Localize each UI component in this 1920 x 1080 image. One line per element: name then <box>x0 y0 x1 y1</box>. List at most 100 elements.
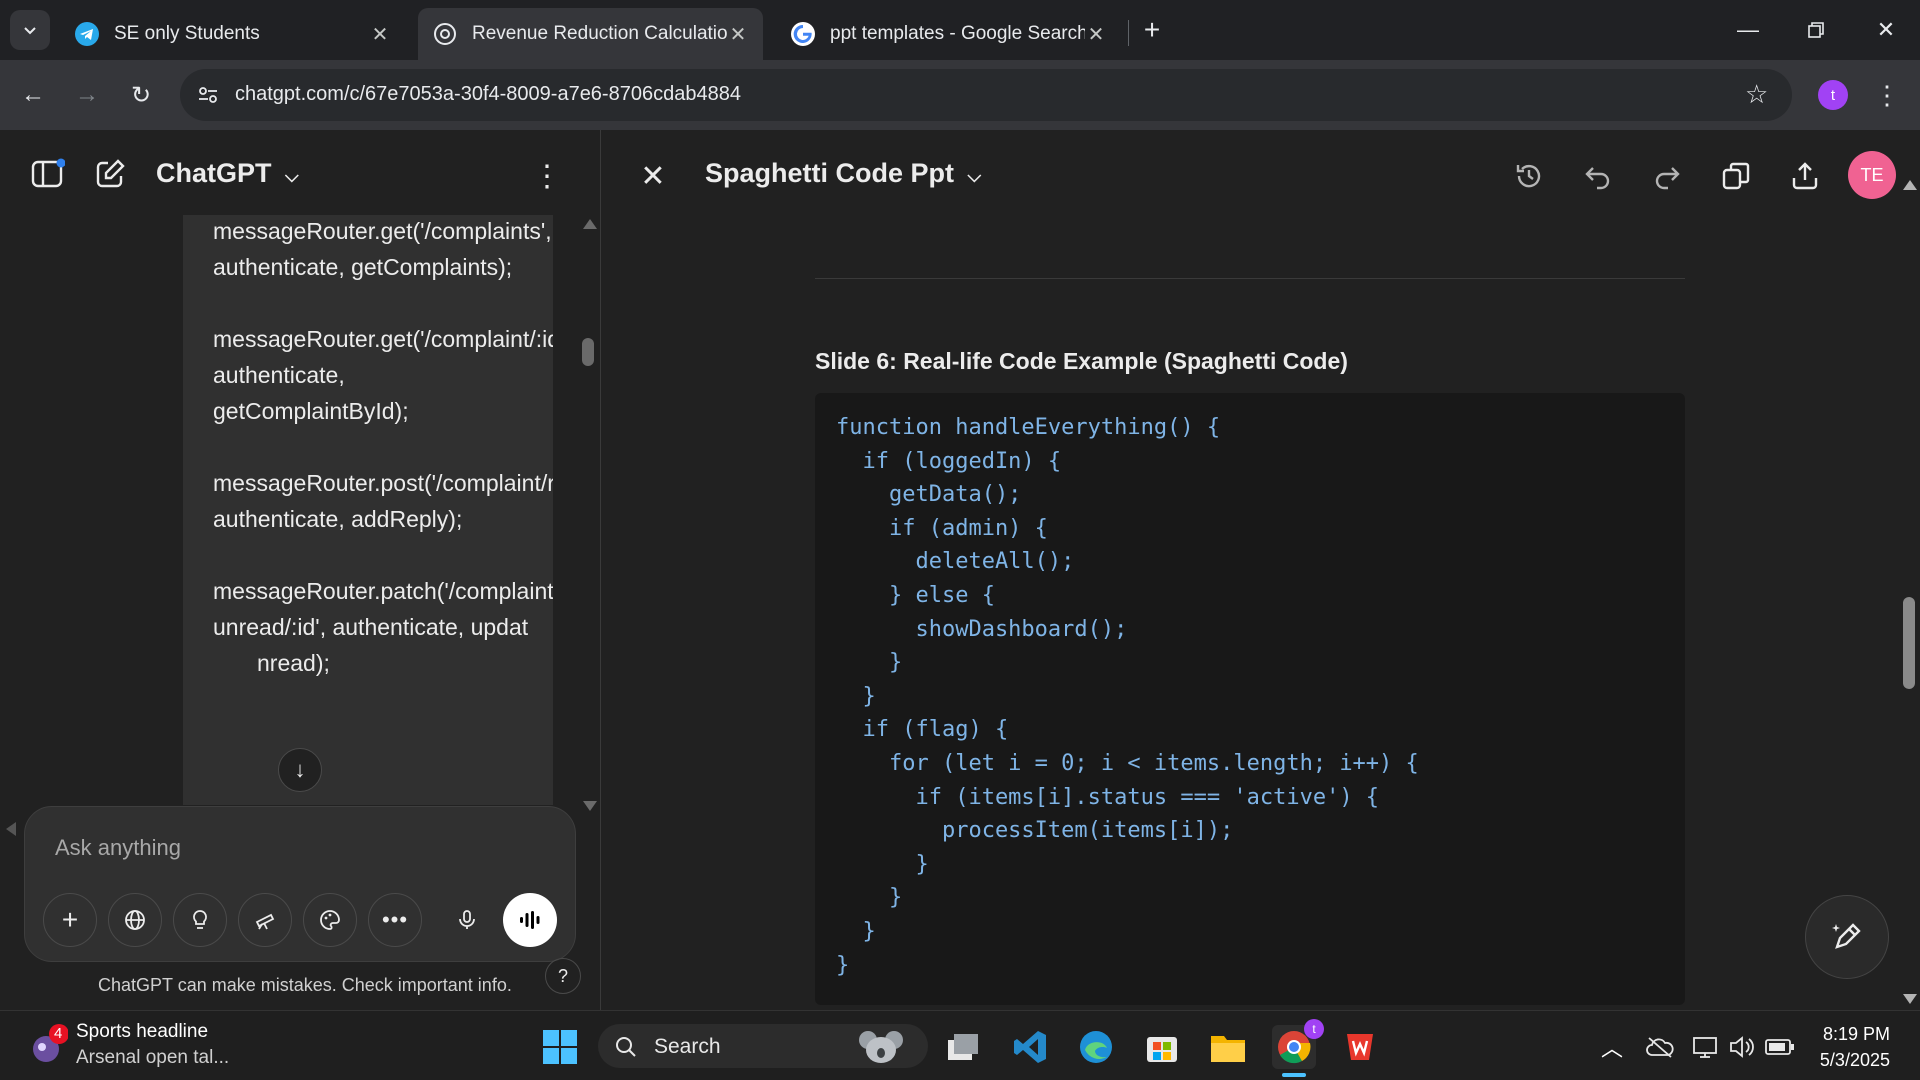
message-line: messageRouter.get('/complaint/:id', auth… <box>213 326 553 424</box>
scroll-down-arrow-icon[interactable] <box>1903 994 1917 1004</box>
chat-panel: ChatGPT ⌵ ⋮ messageRouter.get('/complain… <box>0 130 600 1010</box>
scrollbar-thumb[interactable] <box>1903 597 1915 689</box>
edge-app[interactable] <box>1074 1025 1118 1069</box>
sidebar-toggle-button[interactable] <box>28 154 68 194</box>
chat-scrollbar[interactable] <box>578 215 600 815</box>
file-explorer-app[interactable] <box>1206 1025 1250 1069</box>
close-icon[interactable]: ✕ <box>1085 22 1107 47</box>
back-button[interactable]: ← <box>14 76 52 114</box>
tab-search-button[interactable] <box>10 10 50 50</box>
help-button[interactable]: ? <box>545 958 581 994</box>
scroll-down-arrow-icon[interactable] <box>583 801 597 811</box>
scroll-up-arrow-icon[interactable] <box>583 219 597 229</box>
bookmark-star-icon[interactable]: ☆ <box>1745 79 1768 110</box>
scrollbar-thumb[interactable] <box>582 338 594 366</box>
tab-se-only-students[interactable]: SE only Students ✕ <box>60 8 405 60</box>
restore-icon <box>1808 22 1824 38</box>
show-hidden-icons-button[interactable]: ︿ <box>1590 1025 1634 1069</box>
task-view-button[interactable] <box>942 1025 986 1069</box>
close-window-button[interactable]: ✕ <box>1858 10 1914 50</box>
canvas-panel: ✕ Spaghetti Code Ppt ⌵ TE Slide 6: Real-… <box>600 130 1920 1010</box>
model-selector[interactable]: ChatGPT ⌵ <box>156 158 299 189</box>
chevron-down-icon <box>24 27 36 35</box>
close-canvas-button[interactable]: ✕ <box>631 154 675 198</box>
new-chat-button[interactable] <box>90 154 130 194</box>
close-icon: ✕ <box>640 159 666 193</box>
reason-button[interactable] <box>173 893 227 947</box>
message-line-part: messageRouter.patch('/complaint/is-unrea… <box>213 578 553 640</box>
minimize-button[interactable]: — <box>1720 10 1776 50</box>
copy-button[interactable] <box>1714 154 1758 198</box>
start-button[interactable] <box>538 1025 582 1069</box>
battery-status[interactable] <box>1758 1025 1802 1069</box>
more-tools-button[interactable]: ••• <box>368 893 422 947</box>
restore-button[interactable] <box>1788 10 1844 50</box>
user-avatar[interactable]: TE <box>1848 151 1896 199</box>
code-content: function handleEverything() { if (logged… <box>836 415 1419 978</box>
voice-mode-button[interactable] <box>503 893 557 947</box>
cloud-offline-icon <box>1646 1037 1674 1058</box>
tab-title: ppt templates - Google Search <box>830 23 1085 44</box>
panel-resize-arrow-icon[interactable] <box>6 822 16 836</box>
onedrive-status[interactable] <box>1638 1025 1682 1069</box>
close-icon[interactable]: ✕ <box>369 22 391 47</box>
canvas-title-selector[interactable]: Spaghetti Code Ppt ⌵ <box>705 158 981 189</box>
chevron-down-icon: ⌵ <box>967 166 982 186</box>
version-history-button[interactable] <box>1507 154 1551 198</box>
store-icon <box>1147 1037 1177 1062</box>
chatgpt-icon <box>434 23 456 45</box>
dictate-button[interactable] <box>440 893 494 947</box>
chrome-app[interactable]: t <box>1272 1019 1324 1077</box>
chevron-up-icon: ︿ <box>1600 1036 1623 1061</box>
chat-options-button[interactable]: ⋮ <box>530 156 564 196</box>
taskbar-search[interactable]: Search <box>598 1024 928 1068</box>
news-subtitle[interactable]: Arsenal open tal... <box>76 1047 229 1069</box>
search-web-button[interactable] <box>108 893 162 947</box>
undo-icon <box>1585 167 1610 190</box>
arrow-left-icon: ← <box>21 81 45 108</box>
new-tab-button[interactable]: + <box>1124 10 1180 50</box>
deep-research-button[interactable] <box>238 893 292 947</box>
search-icon <box>616 1037 636 1057</box>
news-widget[interactable]: 4 <box>28 1023 69 1067</box>
forward-button[interactable]: → <box>68 76 106 114</box>
redo-icon <box>1655 167 1680 190</box>
windows-icon <box>543 1030 577 1064</box>
slide-heading: Slide 6: Real-life Code Example (Spaghet… <box>815 348 1348 374</box>
browser-menu-button[interactable]: ⋮ <box>1868 76 1906 114</box>
arrow-right-icon: → <box>75 81 99 108</box>
suggest-edits-button[interactable] <box>1805 895 1889 979</box>
create-image-button[interactable] <box>303 893 357 947</box>
wps-office-app[interactable] <box>1338 1025 1382 1069</box>
system-clock[interactable]: 8:19 PM 5/3/2025 <box>1810 1021 1890 1073</box>
vscode-app[interactable] <box>1008 1025 1052 1069</box>
tab-ppt-templates[interactable]: ppt templates - Google Search ✕ <box>776 8 1121 60</box>
canvas-scrollbar[interactable] <box>1899 180 1920 1010</box>
microphone-icon <box>459 910 475 929</box>
store-app[interactable] <box>1140 1025 1184 1069</box>
url-text: chatgpt.com/c/67e7053a-30f4-8009-a7e6-87… <box>235 83 741 105</box>
attach-button[interactable]: + <box>43 893 97 947</box>
telescope-icon <box>255 913 275 930</box>
tab-revenue-reduction[interactable]: Revenue Reduction Calculation ✕ <box>418 8 763 60</box>
tab-title: Revenue Reduction Calculation <box>472 23 727 44</box>
copy-icon <box>1722 162 1750 190</box>
redo-button[interactable] <box>1645 154 1689 198</box>
message-text: messageRouter.get('/complaints', authent… <box>213 215 553 681</box>
close-icon[interactable]: ✕ <box>727 22 749 47</box>
network-icon <box>1693 1037 1717 1058</box>
address-bar[interactable]: chatgpt.com/c/67e7053a-30f4-8009-a7e6-87… <box>180 69 1792 121</box>
news-badge: 4 <box>54 1025 63 1042</box>
reload-button[interactable]: ↻ <box>122 76 160 114</box>
palette-icon <box>320 910 340 930</box>
news-title[interactable]: Sports headline <box>76 1021 208 1043</box>
profile-avatar[interactable]: t <box>1818 80 1848 110</box>
scroll-up-arrow-icon[interactable] <box>1903 180 1917 190</box>
share-button[interactable] <box>1783 154 1827 198</box>
telegram-icon <box>75 22 99 46</box>
sidebar-icon <box>31 158 65 188</box>
undo-button[interactable] <box>1576 154 1620 198</box>
edge-icon <box>1080 1031 1112 1063</box>
prompt-input[interactable]: Ask anything <box>55 835 181 861</box>
scroll-to-bottom-button[interactable]: ↓ <box>278 748 322 792</box>
